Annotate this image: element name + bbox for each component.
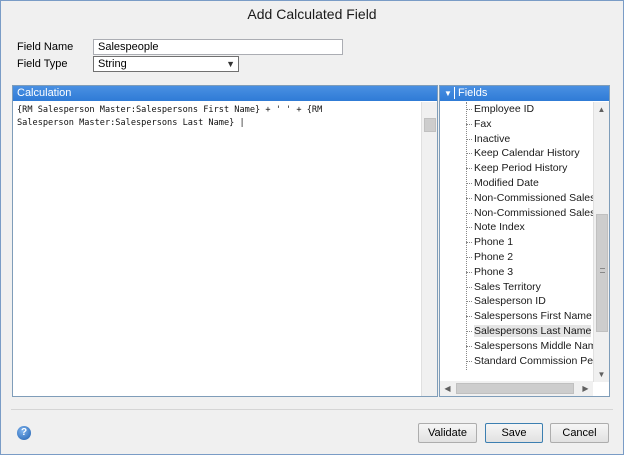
field-tree-item[interactable]: Inactive: [450, 132, 608, 147]
footer-separator: [11, 409, 613, 410]
field-tree-item[interactable]: Salesperson ID: [450, 294, 608, 309]
field-tree-item[interactable]: Phone 3: [450, 265, 608, 280]
field-tree-item-label: Note Index: [474, 221, 525, 234]
calculation-line-2: Salesperson Master:Salespersons Last Nam…: [17, 118, 245, 128]
field-tree-item[interactable]: Standard Commission Perc: [450, 354, 608, 369]
scroll-left-arrow-icon[interactable]: ◀: [440, 381, 455, 396]
field-tree-item-label: Salespersons Middle Name: [474, 339, 603, 352]
field-tree-item-label: Keep Calendar History: [474, 147, 580, 160]
field-tree-item-label: Keep Period History: [474, 162, 568, 175]
field-tree-item[interactable]: Modified Date: [450, 176, 608, 191]
field-type-select[interactable]: String ▼: [93, 56, 239, 72]
collapse-arrow-icon[interactable]: ▼: [444, 86, 452, 101]
fields-hscroll-thumb[interactable]: [456, 383, 574, 394]
field-tree-item[interactable]: Keep Calendar History: [450, 146, 608, 161]
field-tree-item-label: Employee ID: [474, 103, 535, 115]
grip-icon: [600, 268, 605, 273]
fields-header: ▼ Fields: [440, 86, 609, 101]
calculation-header: Calculation: [13, 86, 437, 101]
field-tree-item[interactable]: Note Index: [450, 220, 608, 235]
field-tree-item[interactable]: Phone 1: [450, 235, 608, 250]
field-tree-item-label: Modified Date: [474, 176, 539, 189]
field-tree-item[interactable]: State: [450, 368, 608, 370]
field-tree-item[interactable]: Salespersons Middle Name: [450, 339, 608, 354]
field-name-label: Field Name: [17, 41, 74, 53]
field-tree-item-label: State: [474, 369, 499, 370]
field-tree-item[interactable]: Salespersons First Name: [450, 309, 608, 324]
field-tree-item[interactable]: Non-Commissioned Sales L: [450, 191, 608, 206]
save-button[interactable]: Save: [485, 423, 543, 443]
field-type-label: Field Type: [17, 58, 68, 70]
field-tree-item[interactable]: Phone 2: [450, 250, 608, 265]
cancel-button[interactable]: Cancel: [550, 423, 609, 443]
fields-tree: Employee ID Fax Inactive Keep Calendar Hist…: [450, 102, 608, 370]
field-tree-item[interactable]: Salespersons Last Name: [450, 324, 608, 339]
field-tree-item-label: Non-Commissioned Sales L: [474, 191, 605, 204]
dialog-title: Add Calculated Field: [1, 1, 623, 29]
field-tree-item-label: Phone 1: [474, 236, 514, 249]
field-tree-item[interactable]: Employee ID: [450, 102, 608, 117]
fields-header-label: Fields: [458, 87, 488, 99]
scroll-down-arrow-icon[interactable]: ▼: [594, 367, 609, 382]
field-tree-item[interactable]: Non-Commissioned Sales T: [450, 206, 608, 221]
chevron-down-icon: ▼: [226, 59, 235, 69]
calculation-line-1: {RM Salesperson Master:Salespersons Firs…: [17, 105, 323, 115]
calculation-editor[interactable]: {RM Salesperson Master:Salespersons Firs…: [17, 104, 415, 130]
fields-scroll-thumb[interactable]: [596, 214, 608, 332]
field-type-value: String: [98, 58, 127, 70]
header-divider: [454, 87, 455, 99]
field-tree-item-label: Phone 3: [474, 265, 514, 278]
field-tree-item-label: Sales Territory: [474, 280, 541, 293]
field-tree-item-label: Fax: [474, 117, 492, 130]
validate-button[interactable]: Validate: [418, 423, 477, 443]
field-tree-item[interactable]: Keep Period History: [450, 161, 608, 176]
fields-horizontal-scrollbar[interactable]: ◀ ▶: [440, 381, 593, 396]
field-tree-item[interactable]: Fax: [450, 117, 608, 132]
field-tree-item-label: Phone 2: [474, 250, 514, 263]
field-tree-item-label: Non-Commissioned Sales T: [474, 206, 605, 219]
calculation-scrollbar[interactable]: [421, 102, 437, 396]
help-icon[interactable]: ?: [17, 426, 31, 440]
field-name-input[interactable]: Salespeople: [93, 39, 343, 55]
calculation-panel: Calculation {RM Salesperson Master:Sales…: [12, 85, 438, 397]
calculation-scroll-thumb[interactable]: [424, 118, 436, 132]
field-tree-item[interactable]: Sales Territory: [450, 280, 608, 295]
field-tree-item-label: Salesperson ID: [474, 295, 546, 308]
field-tree-item-label: Salespersons First Name: [474, 310, 592, 323]
fields-panel: ▼ Fields Employee ID Fax Inactive Keep Cale…: [439, 85, 610, 397]
fields-vertical-scrollbar[interactable]: ▲ ▼: [593, 102, 609, 382]
field-tree-item-label: Standard Commission Perc: [474, 354, 602, 367]
add-calculated-field-dialog: Add Calculated Field Field Name Salespeo…: [0, 0, 624, 455]
field-tree-item-label: Inactive: [474, 132, 511, 145]
scroll-up-arrow-icon[interactable]: ▲: [594, 102, 609, 117]
scroll-right-arrow-icon[interactable]: ▶: [578, 381, 593, 396]
field-tree-item-label: Salespersons Last Name: [474, 324, 592, 337]
